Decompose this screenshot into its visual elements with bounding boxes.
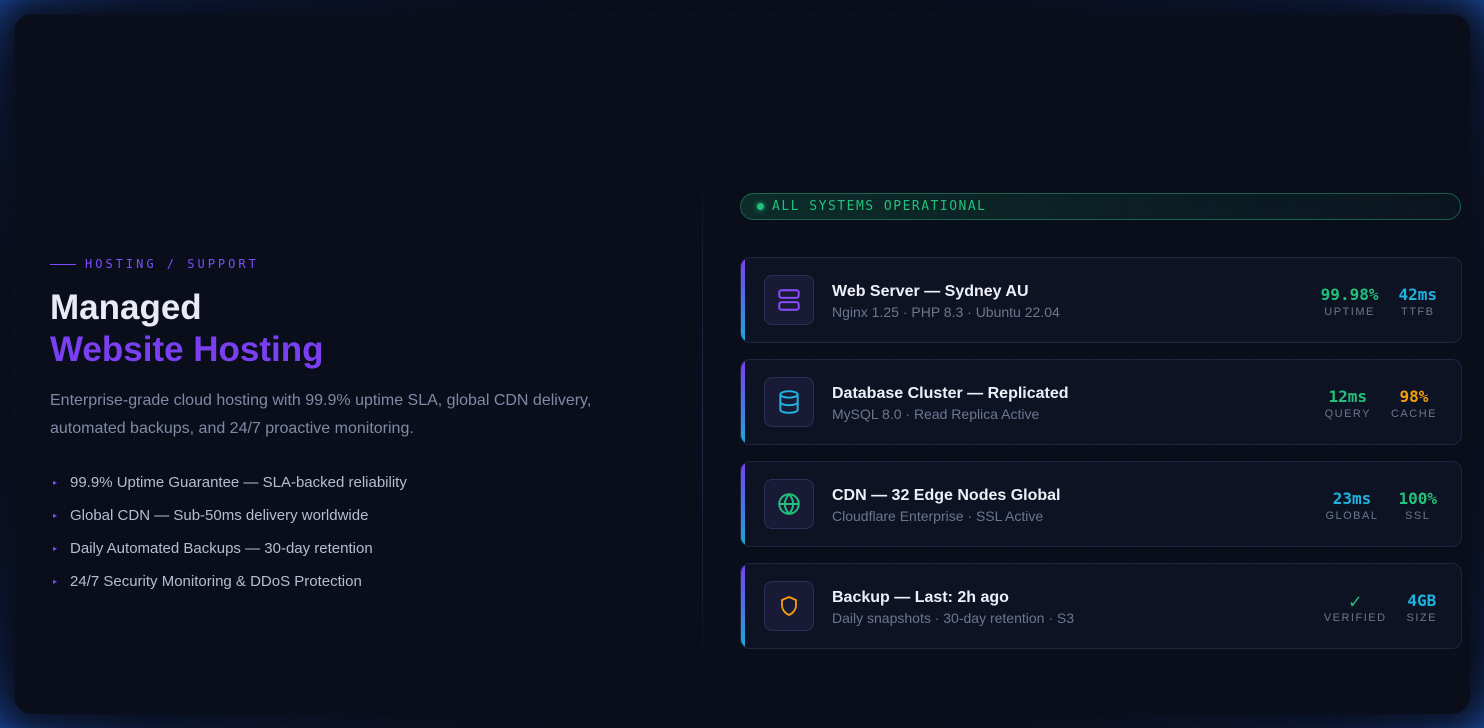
- stat-label: QUERY: [1324, 407, 1371, 420]
- stat-label: VERIFIED: [1323, 611, 1387, 624]
- bullet-icon: ▸: [53, 544, 58, 553]
- globe-icon: [778, 493, 800, 515]
- stat-value: 99.98%: [1320, 284, 1379, 304]
- system-status-badge: ALL SYSTEMS OPERATIONAL: [740, 193, 1461, 220]
- eyebrow-text: HOSTING / SUPPORT: [85, 257, 259, 271]
- page-title: Managed Website Hosting: [50, 287, 324, 371]
- eyebrow: HOSTING / SUPPORT: [50, 257, 259, 271]
- feature-item: ▸ Daily Automated Backups — 30-day reten…: [50, 532, 407, 565]
- card-title: Backup — Last: 2h ago: [832, 589, 1009, 606]
- hero-description: Enterprise-grade cloud hosting with 99.9…: [50, 392, 592, 437]
- card-icon-box: [764, 581, 814, 631]
- title-line-2: Website Hosting: [50, 330, 324, 369]
- stat-value: 42ms: [1398, 284, 1437, 304]
- stat-label: SIZE: [1406, 611, 1437, 624]
- stat-label: UPTIME: [1324, 305, 1375, 318]
- card-subtitle: Daily snapshots · 30-day retention · S3: [832, 610, 1075, 626]
- stat-value: 98%: [1399, 386, 1429, 406]
- database-icon: [779, 390, 799, 414]
- stat-label: GLOBAL: [1325, 509, 1379, 522]
- stat-value: 23ms: [1332, 488, 1372, 508]
- stat-label: SSL: [1405, 509, 1431, 522]
- service-card-web-server[interactable]: Web Server — Sydney AU Nginx 1.25 · PHP …: [740, 257, 1462, 343]
- card-accent-bar: [741, 564, 745, 648]
- service-card-backup[interactable]: Backup — Last: 2h ago Daily snapshots · …: [740, 563, 1462, 649]
- bullet-icon: ▸: [53, 478, 58, 487]
- shield-icon: [781, 596, 797, 616]
- card-icon-box: [764, 479, 814, 529]
- stat-query: 12ms QUERY: [1325, 387, 1371, 420]
- stat-label: TTFB: [1400, 305, 1435, 318]
- bullet-icon: ▸: [53, 577, 58, 586]
- stat-value: 12ms: [1328, 386, 1368, 406]
- card-accent-bar: [741, 360, 745, 444]
- card-subtitle: Nginx 1.25 · PHP 8.3 · Ubuntu 22.04: [832, 304, 1060, 320]
- card-title: Web Server — Sydney AU: [832, 283, 1029, 300]
- service-card-cdn[interactable]: CDN — 32 Edge Nodes Global Cloudflare En…: [740, 461, 1462, 547]
- feature-list: ▸ 99.9% Uptime Guarantee — SLA-backed re…: [50, 466, 407, 598]
- eyebrow-line: [50, 263, 76, 265]
- card-title: Database Cluster — Replicated: [832, 385, 1069, 402]
- card-icon-box: [764, 377, 814, 427]
- card-stats: 12ms QUERY 98% CACHE: [1305, 360, 1437, 444]
- card-accent-bar: [741, 258, 745, 342]
- stat-uptime: 99.98% UPTIME: [1321, 285, 1379, 318]
- feature-item: ▸ 99.9% Uptime Guarantee — SLA-backed re…: [50, 466, 407, 499]
- feature-item: ▸ 24/7 Security Monitoring & DDoS Protec…: [50, 565, 407, 598]
- feature-text: 24/7 Security Monitoring & DDoS Protecti…: [70, 573, 362, 590]
- bullet-icon: ▸: [53, 511, 58, 520]
- stat-ttfb: 42ms TTFB: [1398, 285, 1437, 318]
- column-divider: [702, 192, 703, 650]
- card-stats: ✓ VERIFIED 4GB SIZE: [1304, 564, 1437, 648]
- card-stats: 99.98% UPTIME 42ms TTFB: [1301, 258, 1437, 342]
- stat-ssl: 100% SSL: [1398, 489, 1437, 522]
- stat-global: 23ms GLOBAL: [1325, 489, 1378, 522]
- service-card-database[interactable]: Database Cluster — Replicated MySQL 8.0 …: [740, 359, 1462, 445]
- check-icon: ✓: [1349, 588, 1362, 613]
- card-stats: 23ms GLOBAL 100% SSL: [1305, 462, 1437, 546]
- status-dot-icon: [757, 203, 764, 210]
- card-subtitle: MySQL 8.0 · Read Replica Active: [832, 406, 1040, 422]
- stat-value: 100%: [1398, 488, 1437, 508]
- status-text: ALL SYSTEMS OPERATIONAL: [772, 199, 987, 214]
- feature-text: Daily Automated Backups — 30-day retenti…: [70, 540, 373, 557]
- stat-value: 4GB: [1407, 590, 1437, 610]
- card-accent-bar: [741, 462, 745, 546]
- feature-item: ▸ Global CDN — Sub-50ms delivery worldwi…: [50, 499, 407, 532]
- card-subtitle: Cloudflare Enterprise · SSL Active: [832, 508, 1044, 524]
- feature-text: Global CDN — Sub-50ms delivery worldwide: [70, 507, 369, 524]
- stat-cache: 98% CACHE: [1391, 387, 1437, 420]
- stat-size: 4GB SIZE: [1407, 591, 1437, 624]
- feature-text: 99.9% Uptime Guarantee — SLA-backed reli…: [70, 474, 407, 491]
- card-title: CDN — 32 Edge Nodes Global: [832, 487, 1061, 504]
- stat-label: CACHE: [1390, 407, 1437, 420]
- stat-verified: ✓ VERIFIED: [1324, 591, 1387, 624]
- card-icon-box: [764, 275, 814, 325]
- server-icon: [778, 289, 800, 311]
- title-line-1: Managed: [50, 288, 202, 327]
- page-backdrop: HOSTING / SUPPORT Managed Website Hostin…: [0, 0, 1484, 728]
